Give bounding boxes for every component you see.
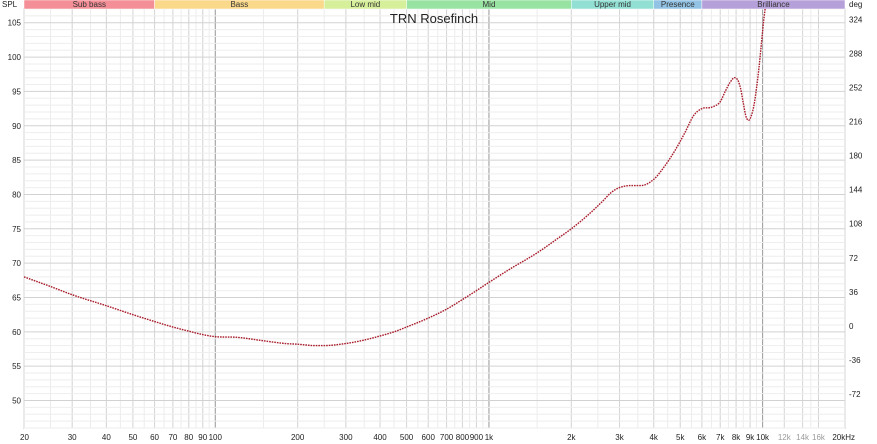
y-tick-label: 80 <box>12 190 21 199</box>
x-tick-label: 400 <box>373 433 387 442</box>
x-tick-label: 7k <box>716 433 725 442</box>
y2-tick-label: 144 <box>849 186 863 195</box>
band-label: Low mid <box>350 0 380 9</box>
x-tick-label: 500 <box>400 433 414 442</box>
x-tick-label: 16k <box>812 433 826 442</box>
x-tick-label: 14k <box>796 433 810 442</box>
x-tick-label: 1k <box>485 433 494 442</box>
y2-tick-label: 72 <box>849 254 858 263</box>
x-tick-label: 40 <box>102 433 111 442</box>
x-tick-label: 2k <box>567 433 576 442</box>
y-axis-ticks: 50 55 60 65 70 75 80 85 90 95 100 105 <box>8 19 22 406</box>
y2-tick-label: 180 <box>849 152 863 161</box>
y-tick-label: 95 <box>12 87 21 96</box>
x-tick-label: 20 <box>20 433 29 442</box>
y-tick-label: 75 <box>12 225 21 234</box>
band-label: Upper mid <box>594 0 631 9</box>
x-tick-label: 300 <box>339 433 353 442</box>
x-tick-label: 100 <box>209 433 223 442</box>
y2-tick-label: -72 <box>849 390 861 399</box>
x-tick-label: 20kHz <box>832 433 855 442</box>
y-tick-label: 70 <box>12 259 21 268</box>
y2-tick-label: 36 <box>849 288 858 297</box>
x-tick-label: 8k <box>732 433 741 442</box>
y2-tick-label: 288 <box>849 49 863 58</box>
x-tick-label: 30 <box>68 433 77 442</box>
y2-tick-label: 108 <box>849 220 863 229</box>
x-tick-label: 60 <box>150 433 159 442</box>
y-tick-label: 85 <box>12 156 21 165</box>
y2-tick-label: 216 <box>849 118 863 127</box>
x-tick-label: 600 <box>422 433 436 442</box>
y2-axis-ticks: -72 -36 0 36 72 108 144 180 216 252 288 324 <box>849 15 863 399</box>
y-tick-label: 90 <box>12 122 21 131</box>
y2-tick-label: 0 <box>849 322 854 331</box>
band-label: Presence <box>661 0 695 9</box>
frequency-band-bar: Sub bass Bass Low mid Mid Upper mid Presence B… <box>23 0 846 10</box>
x-tick-label: 800 <box>456 433 470 442</box>
x-tick-label: 200 <box>291 433 305 442</box>
x-tick-label: 3k <box>615 433 624 442</box>
x-tick-label: 70 <box>168 433 177 442</box>
x-tick-label: 5k <box>676 433 685 442</box>
band-label: Bass <box>230 0 248 9</box>
plot-area <box>23 8 846 429</box>
y2-tick-label: -36 <box>849 356 861 365</box>
x-tick-label: 6k <box>698 433 707 442</box>
x-tick-label: 900 <box>470 433 484 442</box>
y-tick-label: 100 <box>8 53 22 62</box>
x-axis-ticks: 20 30 40 50 60 70 80 90 100 200 300 400 500 600 700 800… <box>20 433 855 442</box>
band-label: Mid <box>483 0 496 9</box>
y-tick-label: 105 <box>8 19 22 28</box>
x-tick-label: 90 <box>198 433 207 442</box>
x-tick-label: 10k <box>756 433 770 442</box>
y-tick-label: 60 <box>12 328 21 337</box>
y2-tick-label: 252 <box>849 84 863 93</box>
y-tick-label: 65 <box>12 293 21 302</box>
band-label: Brilliance <box>757 0 790 9</box>
y-tick-label: 55 <box>12 362 21 371</box>
x-tick-label: 12k <box>778 433 792 442</box>
y-axis-label: SPL <box>2 0 18 9</box>
x-tick-label: 4k <box>649 433 658 442</box>
x-tick-label: 9k <box>746 433 755 442</box>
band-label: Sub bass <box>73 0 106 9</box>
x-tick-label: 50 <box>128 433 137 442</box>
x-tick-label: 80 <box>184 433 193 442</box>
y2-axis-label: deg <box>849 0 862 9</box>
y-tick-label: 50 <box>12 397 21 406</box>
y2-tick-label: 324 <box>849 15 863 24</box>
chart-title: TRN Rosefinch <box>390 11 478 26</box>
frequency-response-chart: Sub bass Bass Low mid Mid Upper mid Presence B… <box>2 0 863 442</box>
x-tick-label: 700 <box>440 433 454 442</box>
